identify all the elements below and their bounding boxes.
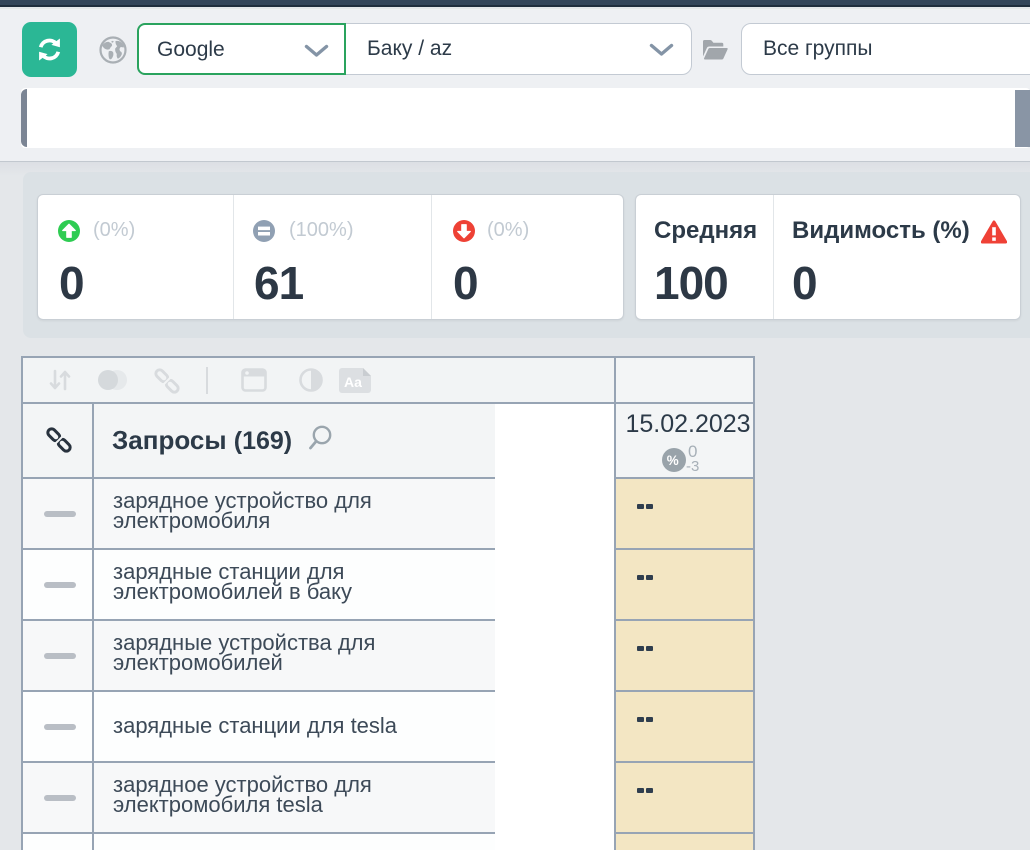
- svg-text:%: %: [667, 453, 679, 468]
- svg-text:Aa: Aa: [344, 374, 362, 390]
